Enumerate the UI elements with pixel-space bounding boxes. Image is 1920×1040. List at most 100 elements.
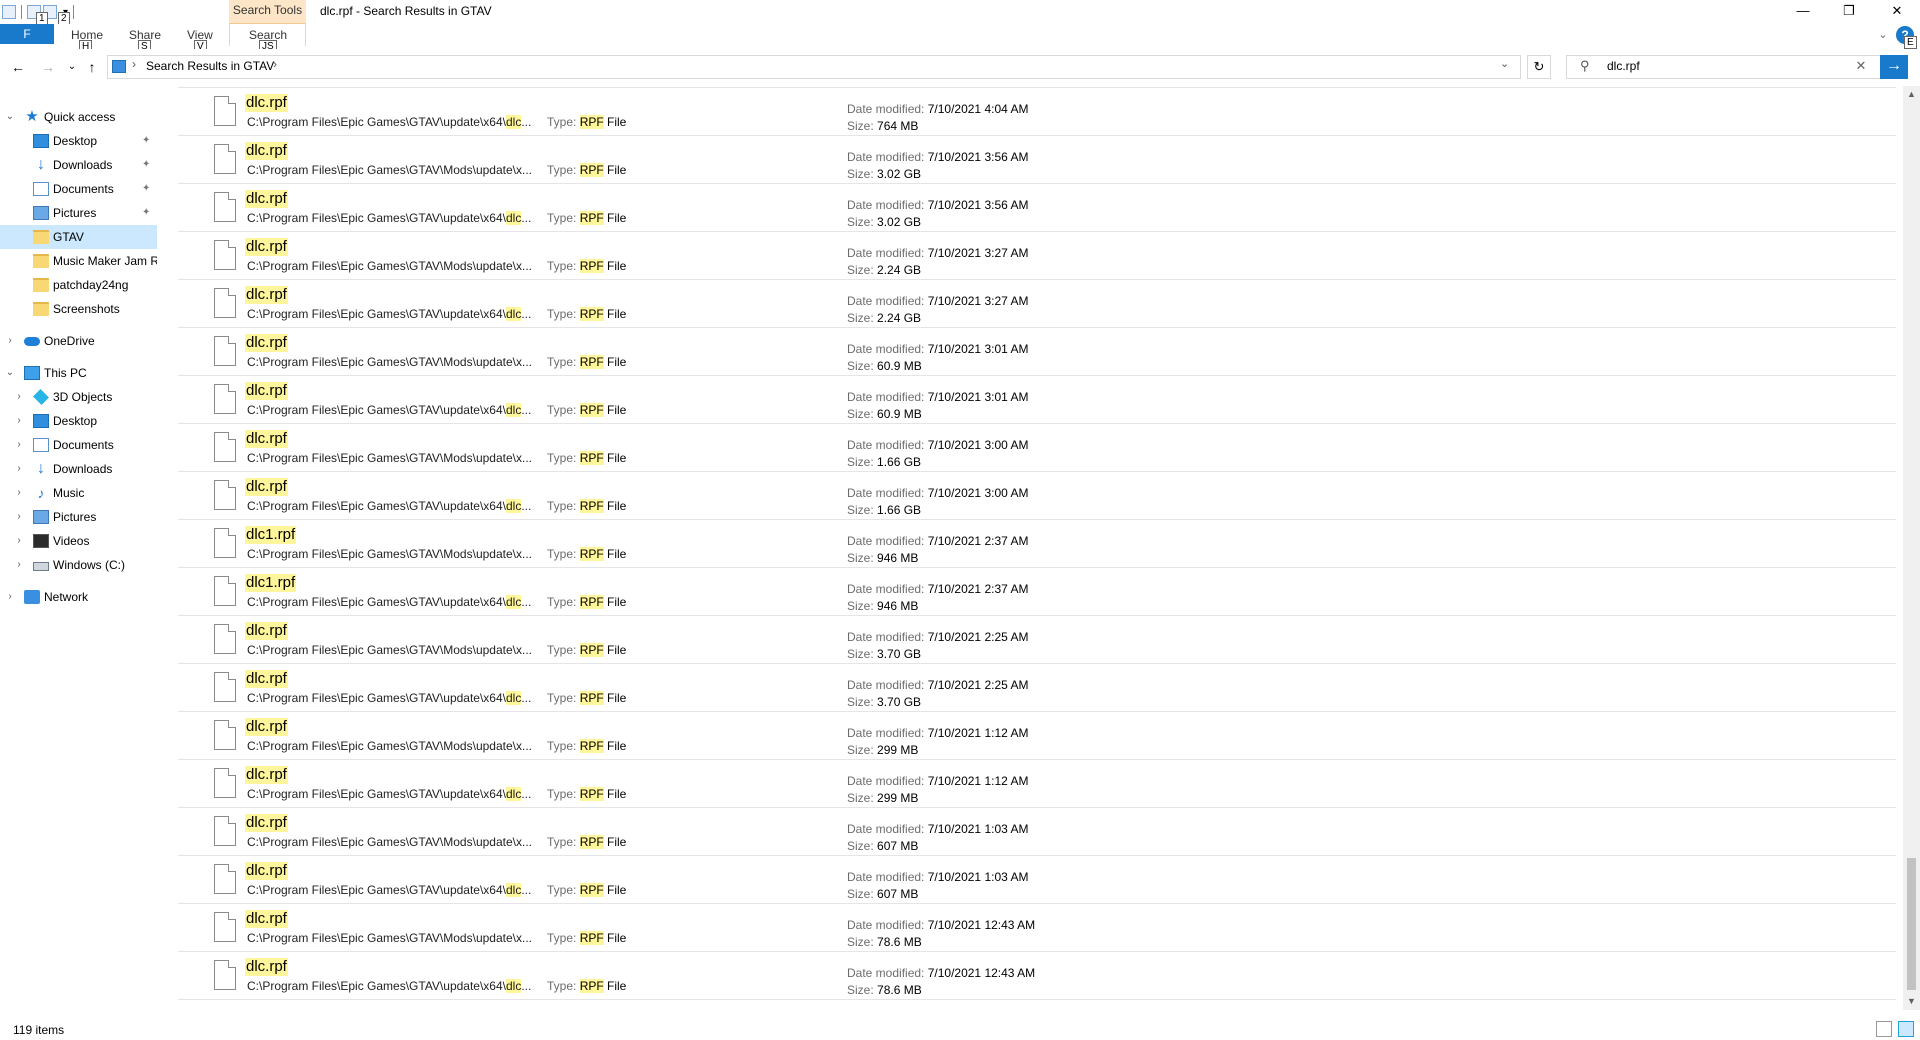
minimize-button[interactable]: — xyxy=(1780,0,1826,24)
breadcrumb-separator[interactable]: › xyxy=(273,57,277,71)
sidebar-item-pictures[interactable]: Pictures ✦ xyxy=(0,201,157,225)
file-name[interactable]: dlc.rpf xyxy=(245,670,288,688)
sidebar-item-music-maker-jam-r[interactable]: Music Maker Jam R xyxy=(0,249,157,273)
maximize-button[interactable]: ❐ xyxy=(1826,0,1872,24)
result-row[interactable]: dlc.rpf C:\Program Files\Epic Games\GTAV\… xyxy=(178,952,1896,1000)
close-button[interactable]: ✕ xyxy=(1874,0,1920,24)
back-button[interactable]: ← xyxy=(8,58,28,76)
file-name[interactable]: dlc.rpf xyxy=(245,190,288,208)
result-row[interactable]: dlc1.rpf C:\Program Files\Epic Games\GTAV… xyxy=(178,520,1896,568)
search-results-icon xyxy=(112,60,126,73)
result-row[interactable]: dlc.rpf C:\Program Files\Epic Games\GTAV\… xyxy=(178,616,1896,664)
file-name[interactable]: dlc.rpf xyxy=(245,94,288,112)
ribbon-collapse-icon[interactable]: ⌄ xyxy=(1872,24,1894,48)
expand-chevron-right-icon[interactable]: › xyxy=(13,529,25,553)
file-name[interactable]: dlc1.rpf xyxy=(245,526,297,544)
result-row[interactable]: dlc.rpf C:\Program Files\Epic Games\GTAV\… xyxy=(178,328,1896,376)
expand-chevron-right-icon[interactable]: › xyxy=(13,385,25,409)
result-row[interactable]: dlc.rpf C:\Program Files\Epic Games\GTAV\… xyxy=(178,424,1896,472)
file-size: Size: 78.6 MB xyxy=(847,983,922,997)
sidebar-item-network[interactable]: › Network xyxy=(0,585,157,609)
result-row[interactable]: dlc.rpf C:\Program Files\Epic Games\GTAV\… xyxy=(178,232,1896,280)
file-name[interactable]: dlc.rpf xyxy=(245,718,288,736)
expand-chevron-right-icon[interactable]: › xyxy=(13,433,25,457)
file-name[interactable]: dlc.rpf xyxy=(245,238,288,256)
expand-chevron-right-icon[interactable]: › xyxy=(4,329,16,353)
expand-chevron-right-icon[interactable]: › xyxy=(4,585,16,609)
result-row[interactable]: dlc.rpf C:\Program Files\Epic Games\GTAV\… xyxy=(178,472,1896,520)
result-row[interactable]: dlc.rpf C:\Program Files\Epic Games\GTAV\… xyxy=(178,136,1896,184)
recent-locations-button[interactable]: ⌄ xyxy=(62,58,82,76)
sidebar-item-onedrive[interactable]: › OneDrive xyxy=(0,329,157,353)
result-row[interactable]: dlc.rpf C:\Program Files\Epic Games\GTAV\… xyxy=(178,808,1896,856)
result-row[interactable]: dlc.rpf C:\Program Files\Epic Games\GTAV\… xyxy=(178,88,1896,136)
sidebar-item-documents[interactable]: › Documents xyxy=(0,433,157,457)
content-view-button[interactable] xyxy=(1898,1021,1914,1037)
result-row[interactable]: dlc.rpf C:\Program Files\Epic Games\GTAV\… xyxy=(178,712,1896,760)
file-type: Type: RPF File xyxy=(547,691,627,705)
file-tab[interactable]: F xyxy=(0,24,54,44)
forward-button[interactable]: → xyxy=(38,58,58,76)
address-dropdown-icon[interactable]: ⌄ xyxy=(1500,57,1509,70)
sidebar-item-desktop[interactable]: Desktop ✦ xyxy=(0,129,157,153)
file-name[interactable]: dlc1.rpf xyxy=(245,574,297,592)
sidebar-item-gtav[interactable]: GTAV xyxy=(0,225,157,249)
sidebar-item-3d-objects[interactable]: › 3D Objects xyxy=(0,385,157,409)
up-button[interactable]: ↑ xyxy=(82,58,102,76)
file-type: Type: RPF File xyxy=(547,355,627,369)
file-name[interactable]: dlc.rpf xyxy=(245,478,288,496)
result-row[interactable]: dlc.rpf C:\Program Files\Epic Games\GTAV\… xyxy=(178,856,1896,904)
file-name[interactable]: dlc.rpf xyxy=(245,862,288,880)
sidebar-item-pictures[interactable]: › Pictures xyxy=(0,505,157,529)
expand-chevron-right-icon[interactable]: › xyxy=(13,505,25,529)
expand-chevron-down-icon[interactable]: ⌄ xyxy=(4,361,16,385)
file-name[interactable]: dlc.rpf xyxy=(245,142,288,160)
file-name[interactable]: dlc.rpf xyxy=(245,286,288,304)
expand-chevron-down-icon[interactable]: ⌄ xyxy=(4,105,16,129)
sidebar-item-downloads[interactable]: ↓ Downloads ✦ xyxy=(0,153,157,177)
scrollbar-thumb[interactable] xyxy=(1907,858,1916,990)
result-row[interactable]: dlc.rpf C:\Program Files\Epic Games\GTAV\… xyxy=(178,184,1896,232)
breadcrumb-separator[interactable]: › xyxy=(132,57,136,71)
scroll-down-icon[interactable]: ▼ xyxy=(1903,993,1920,1010)
file-name[interactable]: dlc.rpf xyxy=(245,382,288,400)
address-bar[interactable] xyxy=(107,55,1521,79)
file-name[interactable]: dlc.rpf xyxy=(245,334,288,352)
pin-icon: ✦ xyxy=(142,207,151,218)
scroll-up-icon[interactable]: ▲ xyxy=(1903,86,1920,103)
sidebar-item-patchday24ng[interactable]: patchday24ng xyxy=(0,273,157,297)
explorer-icon[interactable] xyxy=(2,5,16,19)
file-name[interactable]: dlc.rpf xyxy=(245,430,288,448)
sidebar-item-this-pc[interactable]: ⌄ This PC xyxy=(0,361,157,385)
expand-chevron-right-icon[interactable]: › xyxy=(13,481,25,505)
sidebar-item-documents[interactable]: Documents ✦ xyxy=(0,177,157,201)
file-name[interactable]: dlc.rpf xyxy=(245,622,288,640)
file-name[interactable]: dlc.rpf xyxy=(245,958,288,976)
result-row[interactable]: dlc.rpf C:\Program Files\Epic Games\GTAV\… xyxy=(178,760,1896,808)
result-row[interactable]: dlc.rpf C:\Program Files\Epic Games\GTAV\… xyxy=(178,664,1896,712)
sidebar-item-quick-access[interactable]: ⌄ ★ Quick access xyxy=(0,105,157,129)
result-row[interactable]: dlc1.rpf C:\Program Files\Epic Games\GTAV… xyxy=(178,568,1896,616)
expand-chevron-right-icon[interactable]: › xyxy=(13,553,25,577)
file-name[interactable]: dlc.rpf xyxy=(245,766,288,784)
sidebar-item-windows-c[interactable]: › Windows (C:) xyxy=(0,553,157,577)
sidebar-item-music[interactable]: › ♪ Music xyxy=(0,481,157,505)
search-input[interactable]: dlc.rpf xyxy=(1607,55,1640,79)
result-row[interactable]: dlc.rpf C:\Program Files\Epic Games\GTAV\… xyxy=(178,280,1896,328)
breadcrumb-search-results[interactable]: Search Results in GTAV xyxy=(146,55,274,79)
search-go-button[interactable]: → xyxy=(1880,55,1908,79)
refresh-button[interactable]: ↻ xyxy=(1527,55,1551,79)
result-row[interactable]: dlc.rpf C:\Program Files\Epic Games\GTAV\… xyxy=(178,376,1896,424)
details-view-button[interactable] xyxy=(1876,1021,1892,1037)
expand-chevron-right-icon[interactable]: › xyxy=(13,409,25,433)
date-modified: Date modified: 7/10/2021 12:43 AM xyxy=(847,966,1036,980)
file-name[interactable]: dlc.rpf xyxy=(245,910,288,928)
result-row[interactable]: dlc.rpf C:\Program Files\Epic Games\GTAV\… xyxy=(178,904,1896,952)
sidebar-item-downloads[interactable]: › ↓ Downloads xyxy=(0,457,157,481)
clear-search-icon[interactable]: ✕ xyxy=(1852,55,1870,79)
sidebar-item-screenshots[interactable]: Screenshots xyxy=(0,297,157,321)
file-name[interactable]: dlc.rpf xyxy=(245,814,288,832)
sidebar-item-desktop[interactable]: › Desktop xyxy=(0,409,157,433)
sidebar-item-videos[interactable]: › Videos xyxy=(0,529,157,553)
expand-chevron-right-icon[interactable]: › xyxy=(13,457,25,481)
